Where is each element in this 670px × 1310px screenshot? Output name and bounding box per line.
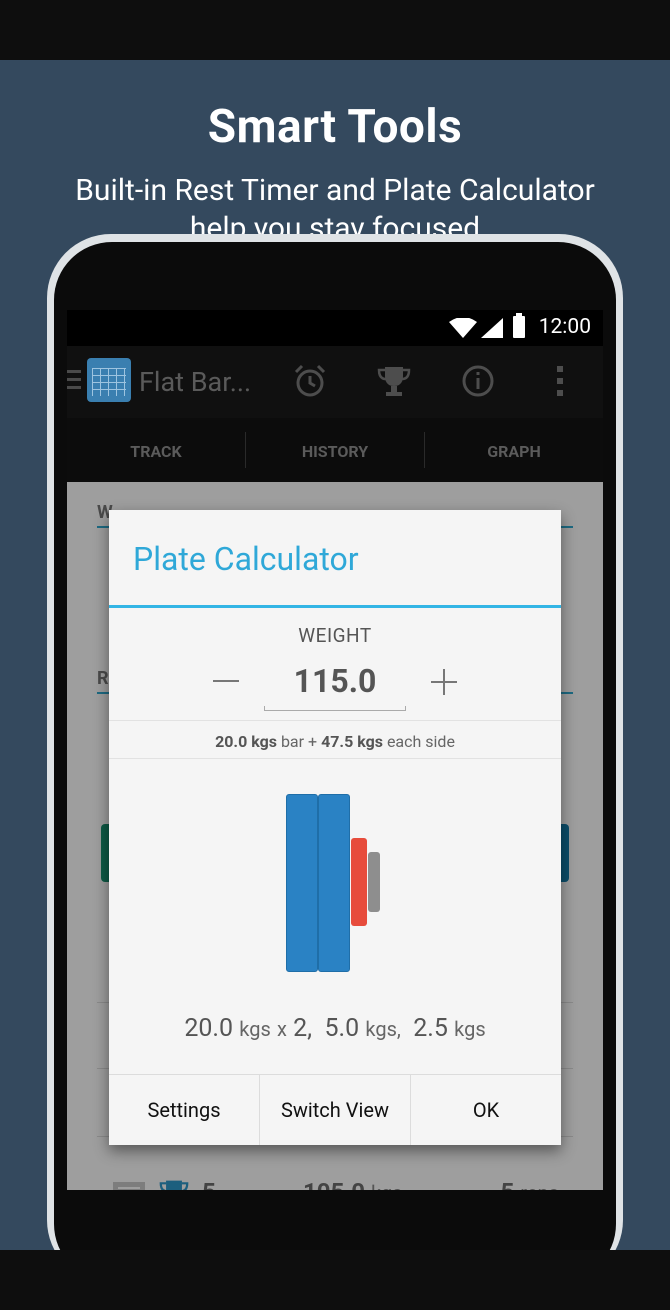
bottom-letterbox [0,1250,670,1310]
set-number: 5 [202,1178,216,1190]
dialog-title: Plate Calculator [133,540,359,578]
plate-20kg [318,794,350,972]
ok-button[interactable]: OK [411,1075,561,1145]
comment-icon[interactable] [111,1180,147,1190]
status-time: 12:00 [538,315,591,339]
app-logo-icon [87,358,131,402]
wifi-icon [449,318,477,338]
top-letterbox [0,0,670,60]
app-bar: Flat Bar... [67,346,603,418]
increase-weight-button-stroke[interactable] [443,669,445,695]
weight-summary: 20.0 kgs bar + 47.5 kgs each side [215,732,455,751]
battery-icon [513,313,525,338]
tab-graph[interactable]: GRAPH [425,442,603,461]
settings-button[interactable]: Settings [109,1075,259,1145]
weight-label: WEIGHT [298,624,372,647]
set-row[interactable]: 5 105.0 kgs 5 reps [97,1168,573,1190]
plate-5kg [351,838,367,926]
trophy-icon [159,1180,189,1190]
tab-track[interactable]: TRACK [67,442,245,461]
tab-history[interactable]: HISTORY [246,442,424,461]
alarm-clock-icon[interactable] [293,364,327,398]
section-heading-partial: R [97,668,109,689]
plate-calculator-dialog: Plate Calculator WEIGHT 115.0 20.0 kgs b… [109,510,561,1145]
summary-divider [109,720,561,721]
status-bar: 12:00 [67,310,603,346]
overflow-menu-icon[interactable] [555,364,565,398]
set-reps: 5 reps [501,1178,559,1190]
weight-input-underline [264,706,406,711]
cell-signal-icon [481,318,503,338]
plate-2_5kg [368,852,380,912]
trophy-icon[interactable] [377,364,411,398]
weight-input[interactable]: 115.0 [265,662,405,700]
app-title: Flat Bar... [139,366,252,398]
promo-subtitle-line1: Built-in Rest Timer and Plate Calculator [75,173,595,208]
summary-divider [109,758,561,759]
drawer-menu-icon[interactable] [67,370,81,392]
info-icon[interactable] [461,364,495,398]
plate-breakdown: 20.0 kgs x 2, 5.0 kgs, 2.5 kgs [184,1014,486,1043]
set-weight: 105.0 kgs [303,1178,403,1190]
dialog-title-divider [109,605,561,608]
promo-title: Smart Tools [207,100,463,154]
tab-bar: TRACK HISTORY GRAPH [67,418,603,482]
switch-view-button[interactable]: Switch View [260,1075,410,1145]
plate-20kg [286,794,318,972]
decrease-weight-button[interactable] [213,680,239,682]
